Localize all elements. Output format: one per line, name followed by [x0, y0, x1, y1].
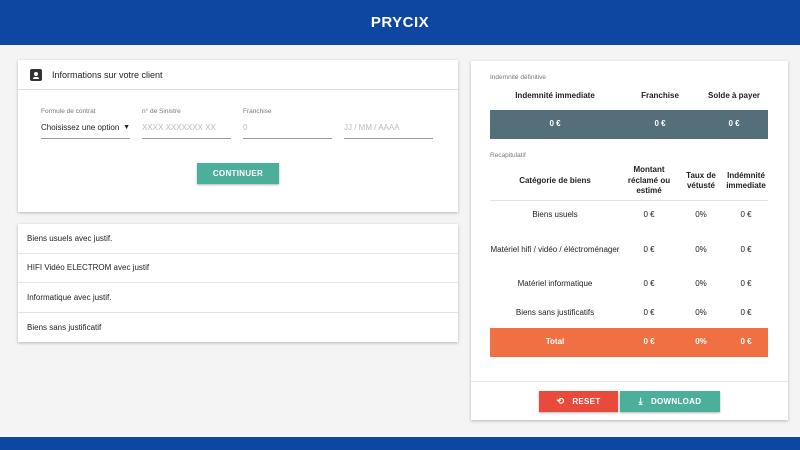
reset-button[interactable]: ⟲ RESET [539, 391, 618, 412]
deductible-label: Franchise [243, 108, 272, 115]
recap-label: Recapitulatif [490, 152, 526, 159]
recap-header-row: Catégorie de biens Montant réclamé ou es… [490, 163, 768, 199]
row-category: Biens usuels [532, 210, 578, 220]
header-immediate: Indemnité immediate [515, 90, 595, 100]
row-category: Matériel hifi / vidéo / éléctroménager [490, 244, 620, 254]
row-rate: 0% [695, 307, 707, 317]
table-row: Biens usuels 0 € 0% 0 € [490, 200, 768, 230]
client-info-header: Informations sur votre client [18, 60, 458, 90]
client-info-title: Informations sur votre client [52, 69, 163, 80]
download-label: DOWNLOAD [650, 397, 702, 406]
list-item[interactable]: Biens usuels avec justif. [18, 224, 458, 254]
header-amount: Montant réclamé ou estimé [627, 165, 671, 196]
total-row: Total 0 € 0% 0 € [490, 328, 768, 357]
date-input[interactable]: JJ / MM / AAAA [344, 117, 433, 139]
total-immediate: 0 € [740, 337, 752, 347]
list-item[interactable]: Informatique avec justif. [18, 283, 458, 313]
definitive-values-row: 0 € 0 € 0 € [490, 110, 768, 139]
contract-formula-value: Choisissez une option [41, 123, 120, 132]
row-immediate: 0 € [740, 278, 752, 288]
row-category: Biens sans justificatifs [515, 307, 595, 317]
caret-down-icon: ▼ [123, 124, 130, 131]
row-amount: 0 € [643, 210, 655, 220]
claim-number-label: n° de Sinistre [142, 108, 181, 115]
table-row: Matériel informatique 0 € 0% 0 € [490, 270, 768, 298]
deductible-field: Franchise 0 [243, 108, 332, 139]
row-rate: 0% [695, 210, 707, 220]
client-fields: Formule de contrat Choisissez une option… [41, 108, 436, 139]
header-immediate-indemnity: Indémnité immediate [726, 170, 766, 190]
list-item[interactable]: Biens sans justificatif [18, 313, 458, 343]
app-header: PRYCIX [0, 0, 800, 45]
history-icon: ⟲ [556, 396, 565, 406]
row-rate: 0% [695, 244, 707, 254]
reset-label: RESET [572, 397, 601, 406]
row-amount: 0 € [643, 278, 655, 288]
continue-button[interactable]: CONTINUER [197, 163, 279, 184]
categories-list: Biens usuels avec justif. HIFI Vidéo ELE… [18, 224, 458, 342]
contract-formula-field: Formule de contrat Choisissez une option… [41, 108, 130, 139]
table-row: Matériel hifi / vidéo / éléctroménager 0… [490, 230, 768, 270]
download-button[interactable]: ⤓ DOWNLOAD [620, 391, 720, 412]
list-item[interactable]: HIFI Vidéo ELECTROM avec justif [18, 254, 458, 283]
date-field: JJ / MM / AAAA [344, 108, 433, 139]
row-category: Matériel informatique [517, 278, 593, 288]
table-row: Biens sans justificatifs 0 € 0% 0 € [490, 298, 768, 328]
definitive-header-row: Indemnité immediate Franchise Solde à pa… [490, 85, 768, 107]
client-info-card: Informations sur votre client Formule de… [18, 60, 458, 212]
header-balance: Solde à payer [707, 90, 761, 100]
download-icon: ⤓ [638, 396, 643, 406]
row-immediate: 0 € [740, 307, 752, 317]
total-rate: 0% [695, 337, 707, 347]
row-immediate: 0 € [740, 210, 752, 220]
header-rate: Taux de vétusté [686, 170, 716, 190]
value-immediate: 0 € [549, 119, 561, 129]
summary-divider [471, 381, 788, 382]
value-balance: 0 € [728, 119, 740, 129]
app-title: PRYCIX [370, 14, 430, 31]
contract-formula-label: Formule de contrat [41, 108, 96, 115]
total-amount: 0 € [643, 337, 655, 347]
deductible-input[interactable]: 0 [243, 117, 332, 139]
claim-number-input[interactable]: XXXX XXXXXXX XX [142, 117, 231, 139]
contact-card-icon [30, 68, 42, 81]
definitive-indemnity-label: Indemnité définitive [490, 74, 547, 81]
summary-card: Indemnité définitive Indemnité immediate… [471, 61, 788, 420]
row-immediate: 0 € [740, 244, 752, 254]
value-franchise: 0 € [654, 119, 666, 129]
claim-number-field: n° de Sinistre XXXX XXXXXXX XX [142, 108, 231, 139]
header-franchise: Franchise [641, 90, 679, 100]
row-amount: 0 € [643, 244, 655, 254]
row-rate: 0% [695, 278, 707, 288]
header-category: Catégorie de biens [519, 175, 591, 185]
app-footer [0, 437, 800, 450]
row-amount: 0 € [643, 307, 655, 317]
date-label [344, 108, 433, 117]
total-label: Total [545, 337, 565, 347]
contract-formula-select[interactable]: Choisissez une option ▼ [41, 117, 130, 139]
